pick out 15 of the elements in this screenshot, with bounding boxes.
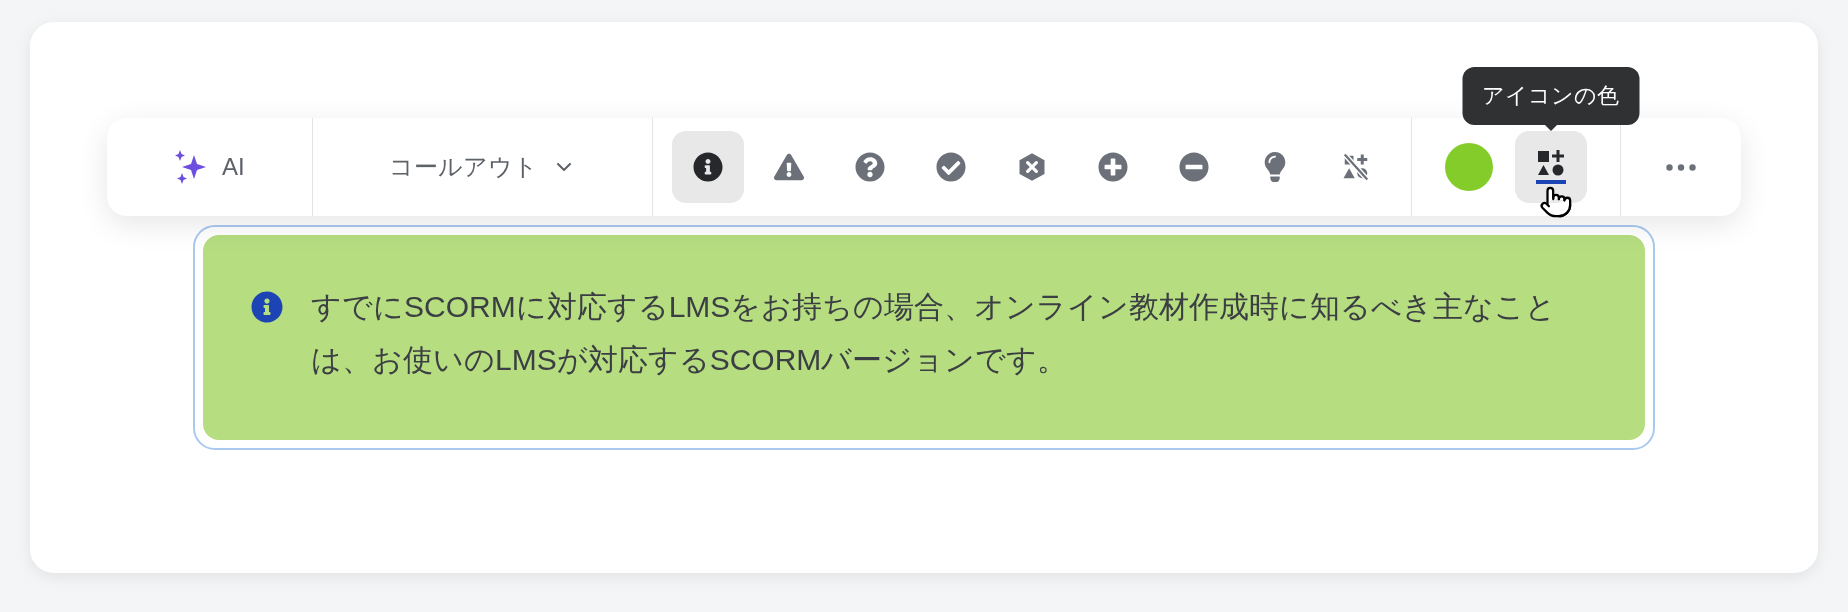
color-swatch[interactable]	[1444, 143, 1493, 191]
tooltip: アイコンの色	[1462, 67, 1640, 125]
shapes-icon	[1535, 149, 1566, 185]
style-dropdown[interactable]: コールアウト	[376, 141, 588, 193]
more-icon	[1666, 163, 1697, 171]
ai-button[interactable]: AI	[161, 139, 257, 195]
warning-icon	[773, 152, 804, 182]
callout-text: すでにSCORMに対応するLMSをお持ちの場合、オンライン教材作成時に知るべき主なことは、お使いのLMSが対応するSCORMバージョンです。	[311, 289, 1558, 378]
question-icon	[854, 152, 885, 182]
info-icon	[251, 291, 283, 323]
crossed-shapes-icon	[1340, 152, 1371, 182]
icon-option-button[interactable]	[671, 131, 744, 203]
icon-color-button[interactable]	[1514, 131, 1587, 203]
sparkles-icon	[173, 149, 208, 185]
info-icon	[692, 152, 723, 182]
